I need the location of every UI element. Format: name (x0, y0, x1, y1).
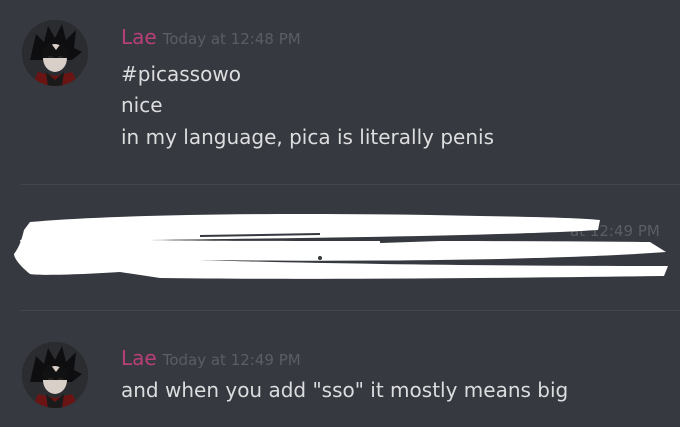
redaction-scribble (14, 214, 668, 279)
username[interactable]: Lae (121, 346, 157, 370)
message-text: nice (121, 93, 163, 117)
message-text: in my language, pica is literally penis (121, 125, 494, 149)
chat-messages: Lae Today at 12:48 PM #picassowo nice in … (0, 0, 680, 427)
user-avatar-icon[interactable] (22, 342, 88, 408)
message-header: Lae Today at 12:48 PM (121, 25, 301, 49)
message-header: Lae Today at 12:49 PM (121, 346, 301, 370)
message-text: and when you add "sso" it mostly means b… (121, 378, 569, 402)
timestamp: Today at 12:48 PM (162, 30, 301, 48)
timestamp: Today at 12:49 PM (162, 351, 301, 369)
message-text: #picassowo (121, 62, 241, 86)
user-avatar-icon[interactable] (22, 20, 88, 86)
username[interactable]: Lae (121, 25, 157, 49)
message-divider (20, 310, 680, 311)
message-divider (20, 184, 680, 185)
